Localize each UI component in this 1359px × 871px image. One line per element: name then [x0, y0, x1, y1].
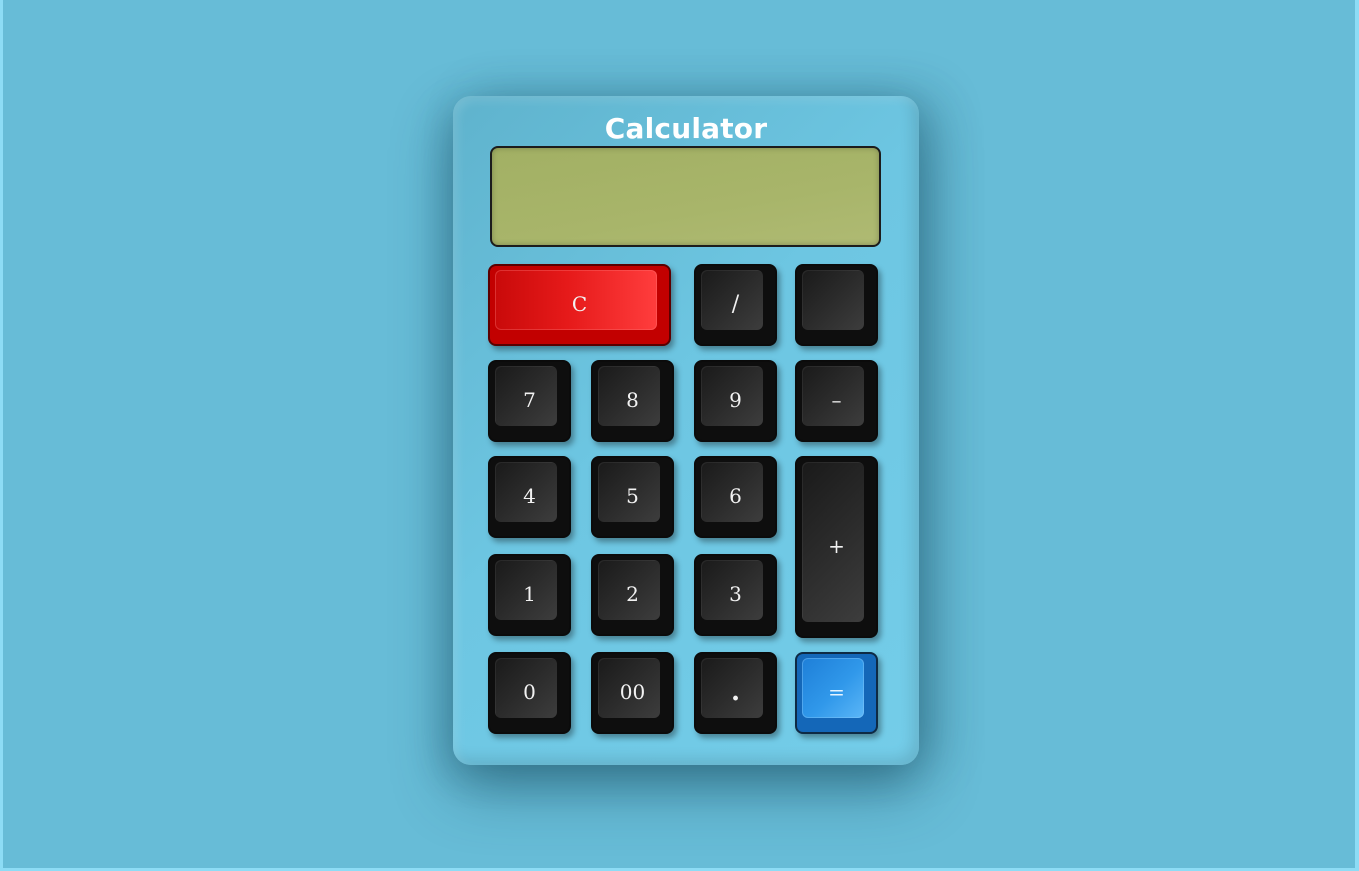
equals-button-label: =	[828, 680, 845, 704]
nine-button-label: 9	[729, 388, 742, 412]
calculator-title: Calculator	[604, 112, 768, 145]
three-button[interactable]: 3	[694, 554, 777, 636]
four-button-label: 4	[523, 484, 536, 508]
multiply-button-label	[797, 266, 876, 344]
plus-button[interactable]: +	[795, 456, 878, 638]
six-button-label: 6	[729, 484, 742, 508]
eight-button-label: 8	[626, 388, 639, 412]
equals-button[interactable]: =	[795, 652, 878, 734]
decimal-button-label: .	[730, 677, 741, 707]
minus-button-label: –	[831, 388, 842, 412]
seven-button[interactable]: 7	[488, 360, 571, 442]
seven-button-label: 7	[523, 388, 536, 412]
four-button[interactable]: 4	[488, 456, 571, 538]
three-button-label: 3	[729, 582, 742, 606]
two-button[interactable]: 2	[591, 554, 674, 636]
clear-button[interactable]: C	[488, 264, 671, 346]
zero-button[interactable]: 0	[488, 652, 571, 734]
five-button[interactable]: 5	[591, 456, 674, 538]
eight-button[interactable]: 8	[591, 360, 674, 442]
six-button[interactable]: 6	[694, 456, 777, 538]
clear-button-label: C	[571, 292, 588, 316]
divide-button[interactable]: /	[694, 264, 777, 346]
divide-button-label: /	[731, 291, 740, 317]
one-button-label: 1	[523, 582, 536, 606]
minus-button[interactable]: –	[795, 360, 878, 442]
one-button[interactable]: 1	[488, 554, 571, 636]
double-zero-button-label: 00	[619, 680, 646, 704]
zero-button-label: 0	[523, 680, 536, 704]
nine-button[interactable]: 9	[694, 360, 777, 442]
five-button-label: 5	[626, 484, 639, 508]
plus-button-label: +	[828, 534, 845, 558]
double-zero-button[interactable]: 00	[591, 652, 674, 734]
calculator-display	[490, 146, 881, 247]
multiply-button[interactable]	[795, 264, 878, 346]
two-button-label: 2	[626, 582, 639, 606]
decimal-button[interactable]: .	[694, 652, 777, 734]
